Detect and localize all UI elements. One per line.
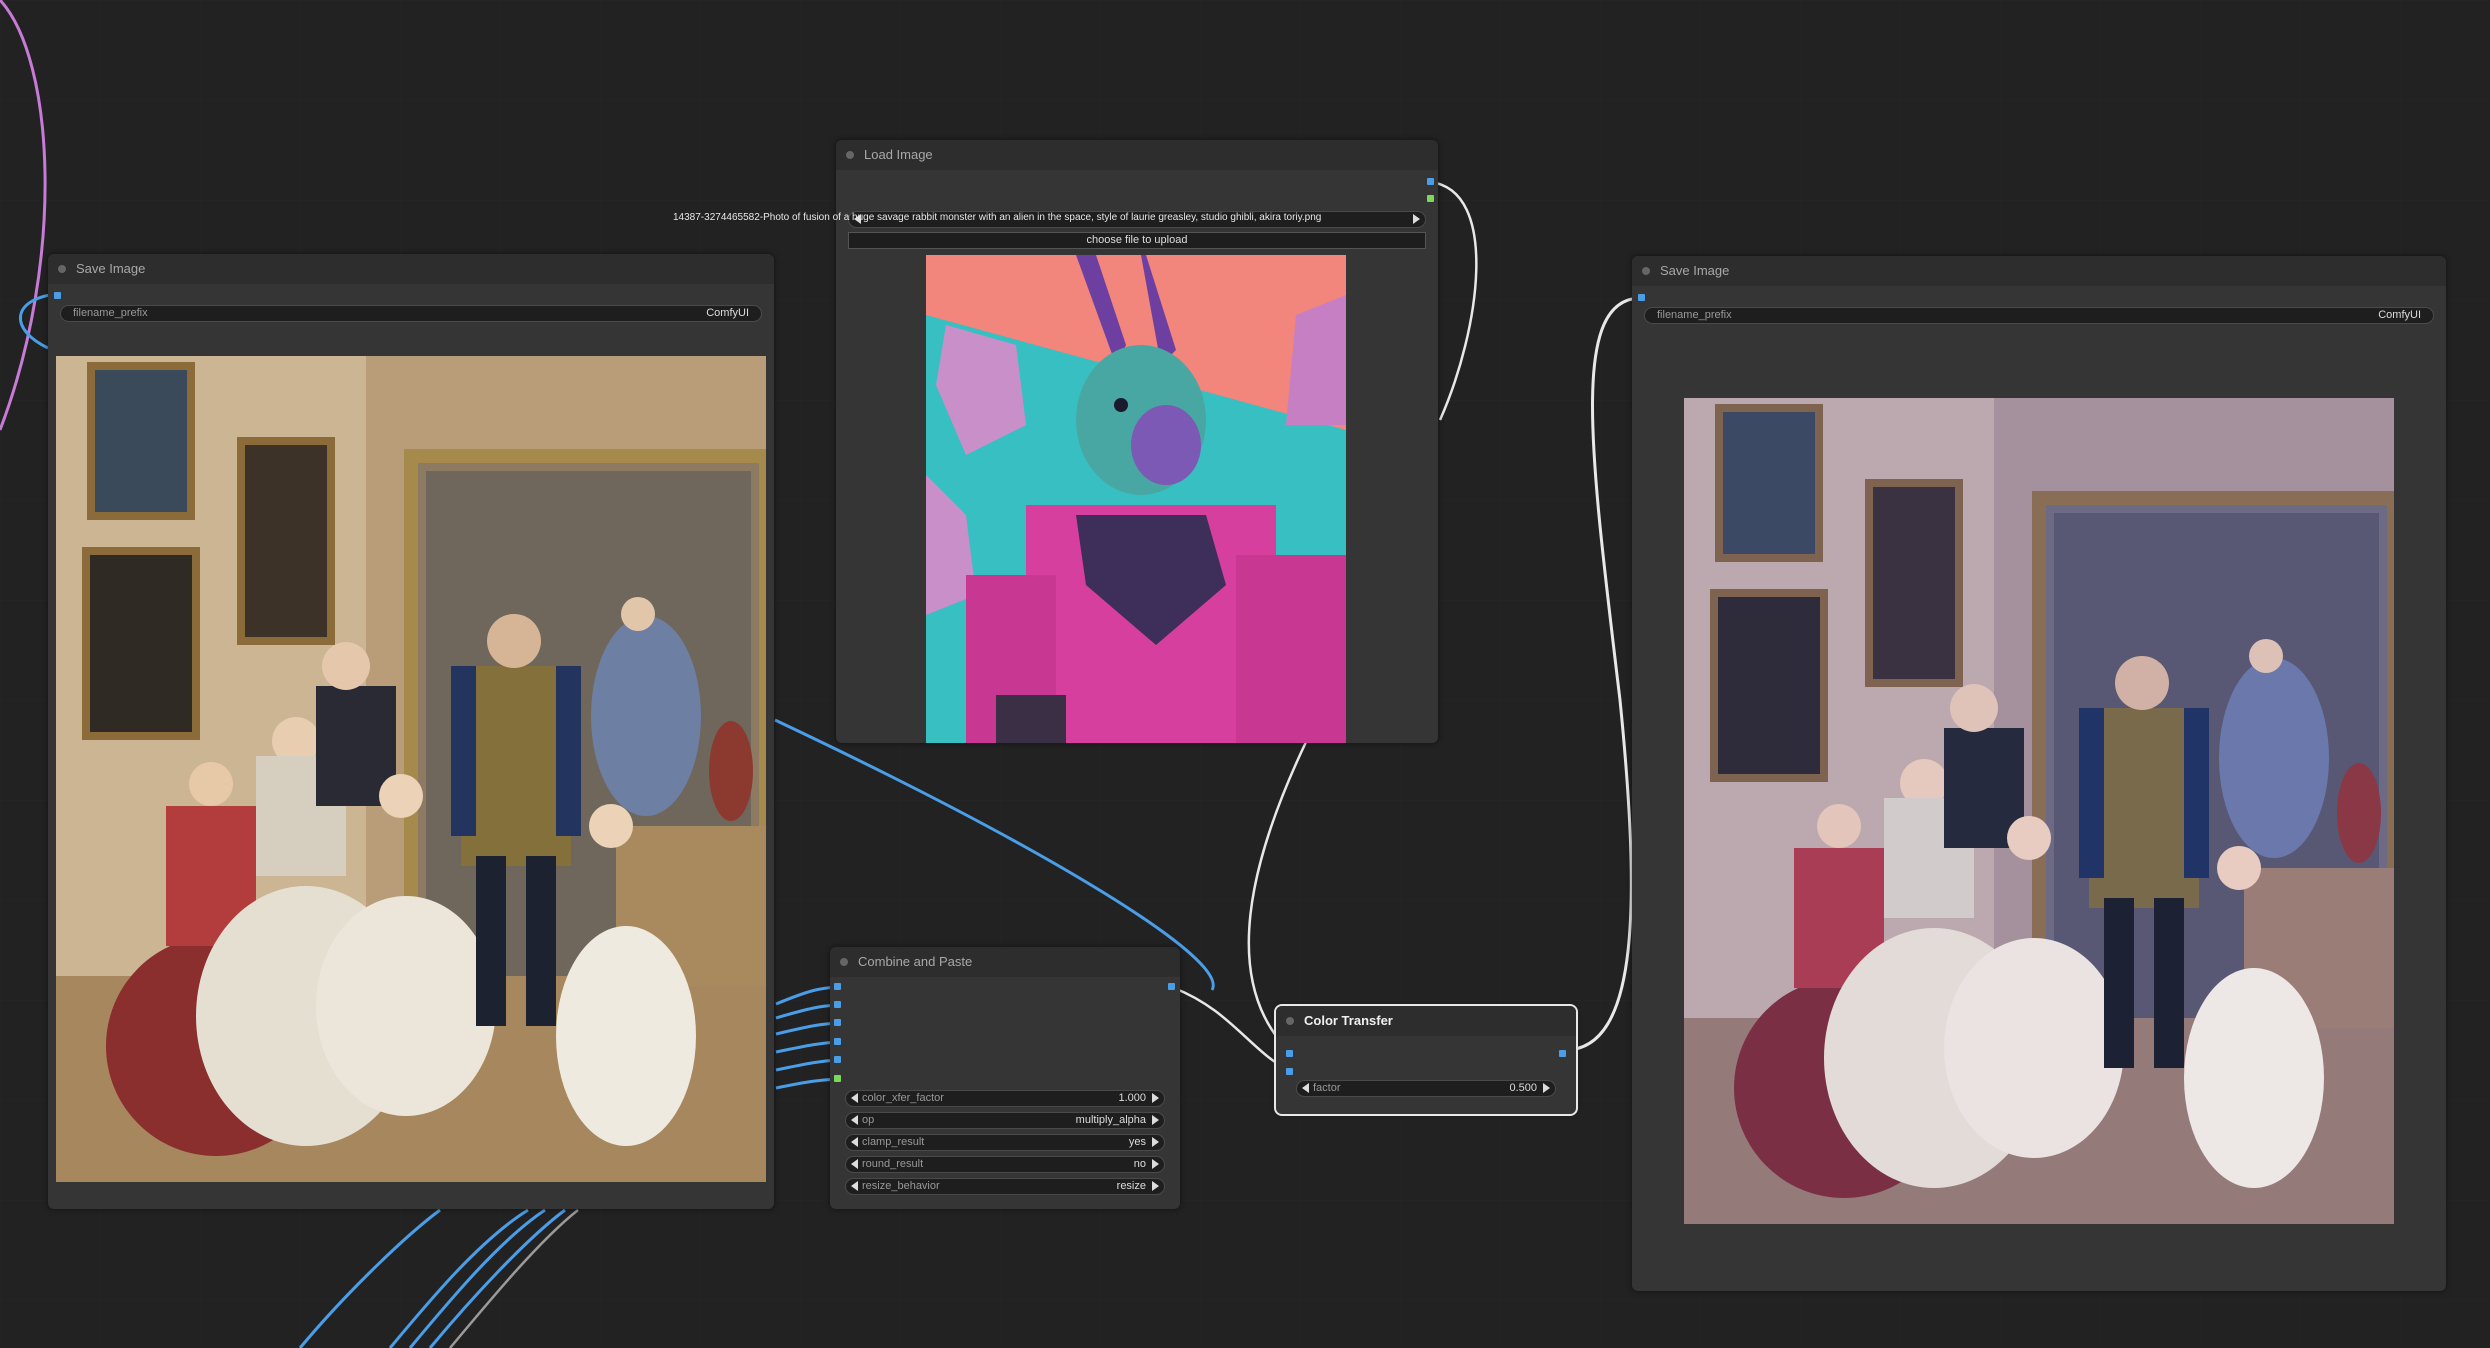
resize-behavior-widget[interactable]: resize_behavior resize [845, 1178, 1165, 1195]
combine-and-paste-node[interactable]: Combine and Paste color_xfer_factor 1.00… [830, 947, 1180, 1209]
node-title-bar[interactable]: Save Image [1632, 256, 2446, 286]
input-slot-mask[interactable] [834, 1075, 841, 1082]
color-transfer-node[interactable]: Color Transfer factor 0.500 [1274, 1004, 1578, 1116]
link-combine-in-1 [775, 985, 839, 1006]
node-graph-canvas[interactable]: Save Image filename_prefix ComfyUI Load … [0, 0, 2490, 1348]
round-result-widget[interactable]: round_result no [845, 1156, 1165, 1173]
collapse-dot-icon[interactable] [58, 265, 66, 273]
node-title-bar[interactable]: Load Image [836, 140, 1438, 170]
widget-value: multiply_alpha [1075, 1114, 1146, 1126]
next-arrow-icon[interactable] [1413, 214, 1420, 224]
link-combine-in-5 [775, 1058, 839, 1072]
widget-label: filename_prefix [73, 307, 148, 319]
output-slot[interactable] [1168, 983, 1175, 990]
widget-label: resize_behavior [862, 1180, 940, 1192]
link-latent [0, 0, 47, 431]
link-combine-in-4 [775, 1040, 839, 1054]
input-slot-1[interactable] [1286, 1050, 1293, 1057]
input-slot-4[interactable] [834, 1038, 841, 1045]
images-input-slot[interactable] [1638, 294, 1645, 301]
widget-value: ComfyUI [2378, 309, 2421, 321]
link-combine-in-2 [775, 1003, 839, 1020]
clamp-result-widget[interactable]: clamp_result yes [845, 1134, 1165, 1151]
input-slot-3[interactable] [834, 1019, 841, 1026]
decrement-arrow-icon[interactable] [1302, 1083, 1309, 1093]
node-title: Save Image [76, 261, 146, 276]
input-slot-2[interactable] [834, 1001, 841, 1008]
widget-label: clamp_result [862, 1136, 925, 1148]
link-color-transfer-to-save [1564, 296, 1641, 1052]
link-combine-in-3 [775, 1021, 839, 1036]
link-bottom-1 [298, 1208, 441, 1348]
increment-arrow-icon[interactable] [1152, 1159, 1159, 1169]
filename-prefix-widget[interactable]: filename_prefix ComfyUI [60, 305, 762, 322]
decrement-arrow-icon[interactable] [851, 1159, 858, 1169]
load-image-node[interactable]: Load Image choose file to upload [836, 140, 1438, 743]
factor-widget[interactable]: factor 0.500 [1296, 1080, 1556, 1097]
image-output-slot[interactable] [1427, 178, 1434, 185]
widget-label: filename_prefix [1657, 309, 1732, 321]
widget-label: factor [1313, 1082, 1341, 1094]
increment-arrow-icon[interactable] [1152, 1115, 1159, 1125]
increment-arrow-icon[interactable] [1152, 1137, 1159, 1147]
save-image-node-right[interactable]: Save Image filename_prefix ComfyUI [1632, 256, 2446, 1291]
op-widget[interactable]: op multiply_alpha [845, 1112, 1165, 1129]
widget-label: color_xfer_factor [862, 1092, 944, 1104]
output-image-preview [56, 356, 766, 1182]
widget-value: no [1133, 1158, 1146, 1170]
decrement-arrow-icon[interactable] [851, 1181, 858, 1191]
widget-label: round_result [862, 1158, 924, 1170]
widget-value: 1.000 [1118, 1092, 1146, 1104]
widget-value: yes [1128, 1136, 1146, 1148]
node-title-bar[interactable]: Combine and Paste [830, 947, 1180, 977]
input-slot-1[interactable] [834, 983, 841, 990]
decrement-arrow-icon[interactable] [851, 1115, 858, 1125]
node-title: Color Transfer [1304, 1013, 1393, 1028]
link-combine-in-6 [775, 1077, 839, 1090]
decrement-arrow-icon[interactable] [851, 1137, 858, 1147]
widget-value: resize [1116, 1180, 1146, 1192]
collapse-dot-icon[interactable] [1642, 267, 1650, 275]
link-load-image-to-color-transfer [1247, 741, 1308, 1051]
increment-arrow-icon[interactable] [1543, 1083, 1550, 1093]
increment-arrow-icon[interactable] [1152, 1093, 1159, 1103]
node-title: Combine and Paste [858, 954, 973, 969]
selected-image-filename: 14387-3274465582-Photo of fusion of a hu… [673, 212, 1322, 223]
color-transferred-portrait [1684, 398, 2394, 1224]
input-slot-2[interactable] [1286, 1068, 1293, 1075]
input-slot-5[interactable] [834, 1056, 841, 1063]
output-slot[interactable] [1559, 1050, 1566, 1057]
images-input-slot[interactable] [54, 292, 61, 299]
rabbit-monster-artwork [926, 255, 1346, 743]
family-portrait-painting [56, 356, 766, 1182]
collapse-dot-icon[interactable] [840, 958, 848, 966]
widget-value: ComfyUI [706, 307, 749, 319]
node-title-bar[interactable]: Color Transfer [1276, 1006, 1576, 1036]
color-xfer-factor-widget[interactable]: color_xfer_factor 1.000 [845, 1090, 1165, 1107]
node-title-bar[interactable]: Save Image [48, 254, 774, 284]
filename-prefix-widget[interactable]: filename_prefix ComfyUI [1644, 307, 2434, 324]
choose-file-upload-button[interactable]: choose file to upload [848, 232, 1426, 249]
widget-label: op [862, 1114, 875, 1126]
collapse-dot-icon[interactable] [1286, 1017, 1294, 1025]
widget-value: 0.500 [1509, 1082, 1537, 1094]
node-title: Save Image [1660, 263, 1730, 278]
mask-output-slot[interactable] [1427, 195, 1434, 202]
increment-arrow-icon[interactable] [1152, 1181, 1159, 1191]
save-image-node-left[interactable]: Save Image filename_prefix ComfyUI [48, 254, 774, 1209]
link-bottom-3 [408, 1208, 546, 1348]
loaded-image-preview [926, 255, 1346, 743]
node-title: Load Image [864, 147, 933, 162]
output-image-preview [1684, 398, 2394, 1224]
collapse-dot-icon[interactable] [846, 151, 854, 159]
decrement-arrow-icon[interactable] [851, 1093, 858, 1103]
